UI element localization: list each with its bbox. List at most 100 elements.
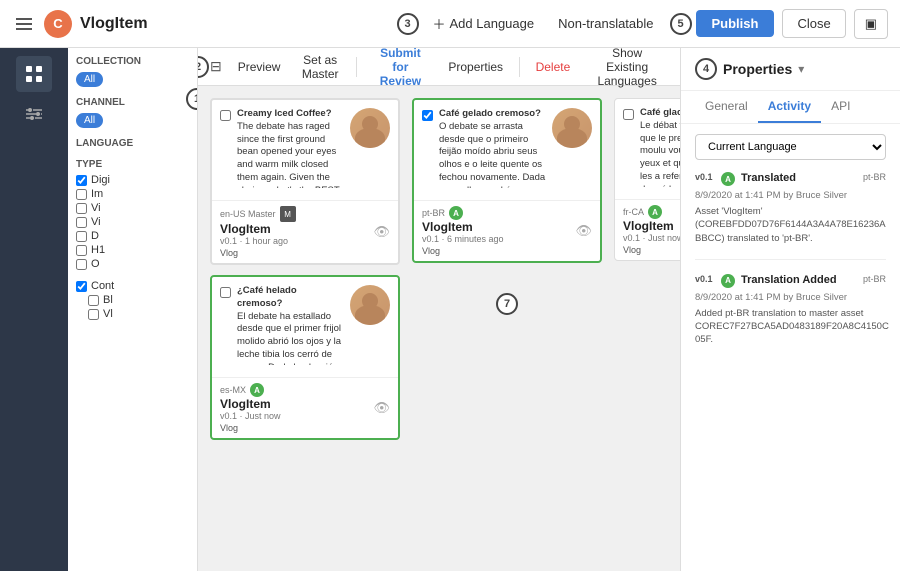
card-es-mx[interactable]: ¿Café helado cremoso? El debate ha estal… bbox=[210, 275, 400, 440]
tab-api[interactable]: API bbox=[821, 91, 860, 123]
filter-type-im-checkbox[interactable] bbox=[76, 189, 87, 200]
language-dropdown[interactable]: Current Language All Languages en-US pt-… bbox=[695, 134, 886, 160]
set-as-master-button[interactable]: Set as Master bbox=[296, 51, 344, 83]
tab-general[interactable]: General bbox=[695, 91, 758, 123]
toolbar: 2 ⊟ Preview Set as Master Submit for Rev… bbox=[198, 48, 680, 86]
annotation-2: 2 bbox=[198, 56, 209, 78]
show-existing-button[interactable]: Show Existing Languages bbox=[586, 48, 668, 90]
card-es-mx-checkbox[interactable] bbox=[220, 287, 231, 298]
add-language-button[interactable]: ＋ Add Language bbox=[425, 10, 543, 37]
filter-type-o: O bbox=[76, 258, 189, 270]
annotation-5: 5 bbox=[670, 13, 692, 35]
filter-collection-all[interactable]: All bbox=[76, 72, 103, 87]
filter-type-d-checkbox[interactable] bbox=[76, 231, 87, 242]
activity-item-1: v0.1 A Translated pt-BR 8/9/2020 at 1:41… bbox=[695, 172, 886, 260]
tab-activity[interactable]: Activity bbox=[758, 91, 821, 123]
card-es-mx-title: VlogItem bbox=[220, 397, 281, 411]
card-es-mx-footer: es-MX A VlogItem v0.1 · Just now Vlog 👁 bbox=[212, 377, 398, 438]
filter-type-vi2-checkbox[interactable] bbox=[76, 217, 87, 228]
card-es-mx-image bbox=[350, 285, 390, 325]
toolbar-collapse-icon[interactable]: ⊟ bbox=[210, 58, 222, 75]
activity-2-desc: Added pt-BR translation to master asset … bbox=[695, 307, 886, 347]
filter-channel-label: Channel bbox=[76, 97, 189, 108]
card-en-us-eye-icon[interactable]: 👁 bbox=[373, 224, 390, 240]
card-es-mx-eye-icon[interactable]: 👁 bbox=[373, 400, 390, 416]
layout-button[interactable]: ▣ bbox=[854, 9, 888, 39]
filter-type-h1: H1 bbox=[76, 244, 189, 256]
sidebar-icon-filter[interactable] bbox=[16, 96, 52, 132]
card-pt-br[interactable]: Café gelado cremoso? O debate se arrasta… bbox=[412, 98, 602, 263]
filter-type-digi-checkbox[interactable] bbox=[76, 175, 87, 186]
card-fr-ca-footer: fr-CA A VlogItem v0.1 · Just now Vlog 👁 bbox=[615, 199, 680, 260]
delete-button[interactable]: Delete bbox=[532, 58, 575, 76]
top-bar-actions: 3 ＋ Add Language Non-translatable 5 Publ… bbox=[397, 9, 889, 39]
plus-icon: ＋ bbox=[433, 14, 446, 33]
card-pt-br-lang: pt-BR bbox=[422, 208, 445, 218]
filter-cont-vl-checkbox[interactable] bbox=[88, 309, 99, 320]
filter-cont: Cont Bl Vl bbox=[76, 280, 189, 320]
card-pt-br-header: Café gelado cremoso? O debate se arrasta… bbox=[422, 108, 592, 188]
filter-channel-all[interactable]: All bbox=[76, 113, 103, 128]
card-fr-ca-badge: A bbox=[648, 205, 662, 219]
card-fr-ca[interactable]: Café glacé crémeux? Le débat fait rage d… bbox=[614, 98, 680, 261]
cards-column-1: Creamy Iced Coffee? The debate has raged… bbox=[210, 98, 400, 440]
card-pt-br-checkbox[interactable] bbox=[422, 110, 433, 121]
card-fr-ca-header: Café glacé crémeux? Le débat fait rage d… bbox=[623, 107, 680, 187]
properties-dropdown-arrow[interactable]: ▾ bbox=[798, 62, 804, 76]
card-fr-ca-checkbox[interactable] bbox=[623, 109, 634, 120]
filter-cont-bl-checkbox[interactable] bbox=[88, 295, 99, 306]
card-pt-br-eye-icon[interactable]: 👁 bbox=[575, 223, 592, 239]
submit-review-button[interactable]: Submit for Review bbox=[368, 48, 432, 90]
cards-column-2: Café gelado cremoso? O debate se arrasta… bbox=[412, 98, 602, 315]
publish-button[interactable]: Publish bbox=[696, 10, 775, 37]
filter-type-label: Type bbox=[76, 159, 189, 170]
card-fr-ca-body: Café glacé crémeux? Le débat fait rage d… bbox=[615, 99, 680, 199]
right-panel-tabs: General Activity API bbox=[681, 91, 900, 124]
card-fr-ca-version: v0.1 · Just now bbox=[623, 233, 680, 243]
filter-type-h1-checkbox[interactable] bbox=[76, 245, 87, 256]
card-fr-ca-lang: fr-CA bbox=[623, 207, 644, 217]
activity-2-version: v0.1 bbox=[695, 274, 715, 284]
preview-button[interactable]: Preview bbox=[234, 58, 285, 76]
filter-channel: Channel All bbox=[76, 97, 189, 128]
activity-1-badge: A bbox=[721, 172, 735, 186]
filter-type-vi1-checkbox[interactable] bbox=[76, 203, 87, 214]
card-en-us-version: v0.1 · 1 hour ago bbox=[220, 236, 296, 246]
properties-button[interactable]: Properties bbox=[444, 58, 507, 76]
activity-1-version: v0.1 bbox=[695, 172, 715, 182]
card-fr-ca-meta: fr-CA A VlogItem v0.1 · Just now Vlog bbox=[623, 205, 680, 255]
card-pt-br-meta: pt-BR A VlogItem v0.1 · 6 minutes ago Vl… bbox=[422, 206, 504, 256]
activity-1-meta: 8/9/2020 at 1:41 PM by Bruce Silver bbox=[695, 190, 886, 201]
right-panel-title: Properties bbox=[723, 61, 792, 77]
filter-type-o-checkbox[interactable] bbox=[76, 259, 87, 270]
non-translatable-button[interactable]: Non-translatable bbox=[550, 12, 661, 35]
toolbar-divider-2 bbox=[519, 57, 520, 77]
card-pt-br-version: v0.1 · 6 minutes ago bbox=[422, 234, 504, 244]
card-en-us-lang: en-US Master bbox=[220, 209, 276, 219]
card-pt-br-body: Café gelado cremoso? O debate se arrasta… bbox=[414, 100, 600, 200]
filter-collection-label: Collection bbox=[76, 56, 189, 67]
top-bar: C VlogItem 3 ＋ Add Language Non-translat… bbox=[0, 0, 900, 48]
top-bar-left: C VlogItem bbox=[12, 10, 389, 38]
hamburger-menu[interactable] bbox=[12, 14, 36, 34]
filter-language-label: Language bbox=[76, 138, 189, 149]
card-pt-br-title: VlogItem bbox=[422, 220, 504, 234]
cards-area: Creamy Iced Coffee? The debate has raged… bbox=[198, 86, 680, 571]
activity-1-lang: pt-BR bbox=[863, 172, 886, 182]
activity-1-version-row: v0.1 A Translated pt-BR bbox=[695, 172, 886, 186]
card-en-us-body: Creamy Iced Coffee? The debate has raged… bbox=[212, 100, 398, 200]
sidebar-icon-apps[interactable] bbox=[16, 56, 52, 92]
activity-1-desc: Asset 'VlogItem' (COREBFDD07D76F6144A3A4… bbox=[695, 205, 886, 245]
card-es-mx-body: ¿Café helado cremoso? El debate ha estal… bbox=[212, 277, 398, 377]
card-en-us-checkbox[interactable] bbox=[220, 110, 231, 121]
card-en-us[interactable]: Creamy Iced Coffee? The debate has raged… bbox=[210, 98, 400, 265]
activity-2-version-row: v0.1 A Translation Added pt-BR bbox=[695, 274, 886, 288]
activity-item-2: v0.1 A Translation Added pt-BR 8/9/2020 … bbox=[695, 274, 886, 361]
card-es-mx-lang: es-MX bbox=[220, 385, 246, 395]
filter-language: Language bbox=[76, 138, 189, 149]
close-button[interactable]: Close bbox=[782, 9, 845, 38]
activity-2-title: Translation Added bbox=[741, 274, 857, 286]
filter-cont-checkbox[interactable] bbox=[76, 281, 87, 292]
layout-icon: ▣ bbox=[865, 16, 877, 31]
cards-column-3: 6 Café glacé crémeux? Le débat fait rage… bbox=[614, 98, 680, 261]
